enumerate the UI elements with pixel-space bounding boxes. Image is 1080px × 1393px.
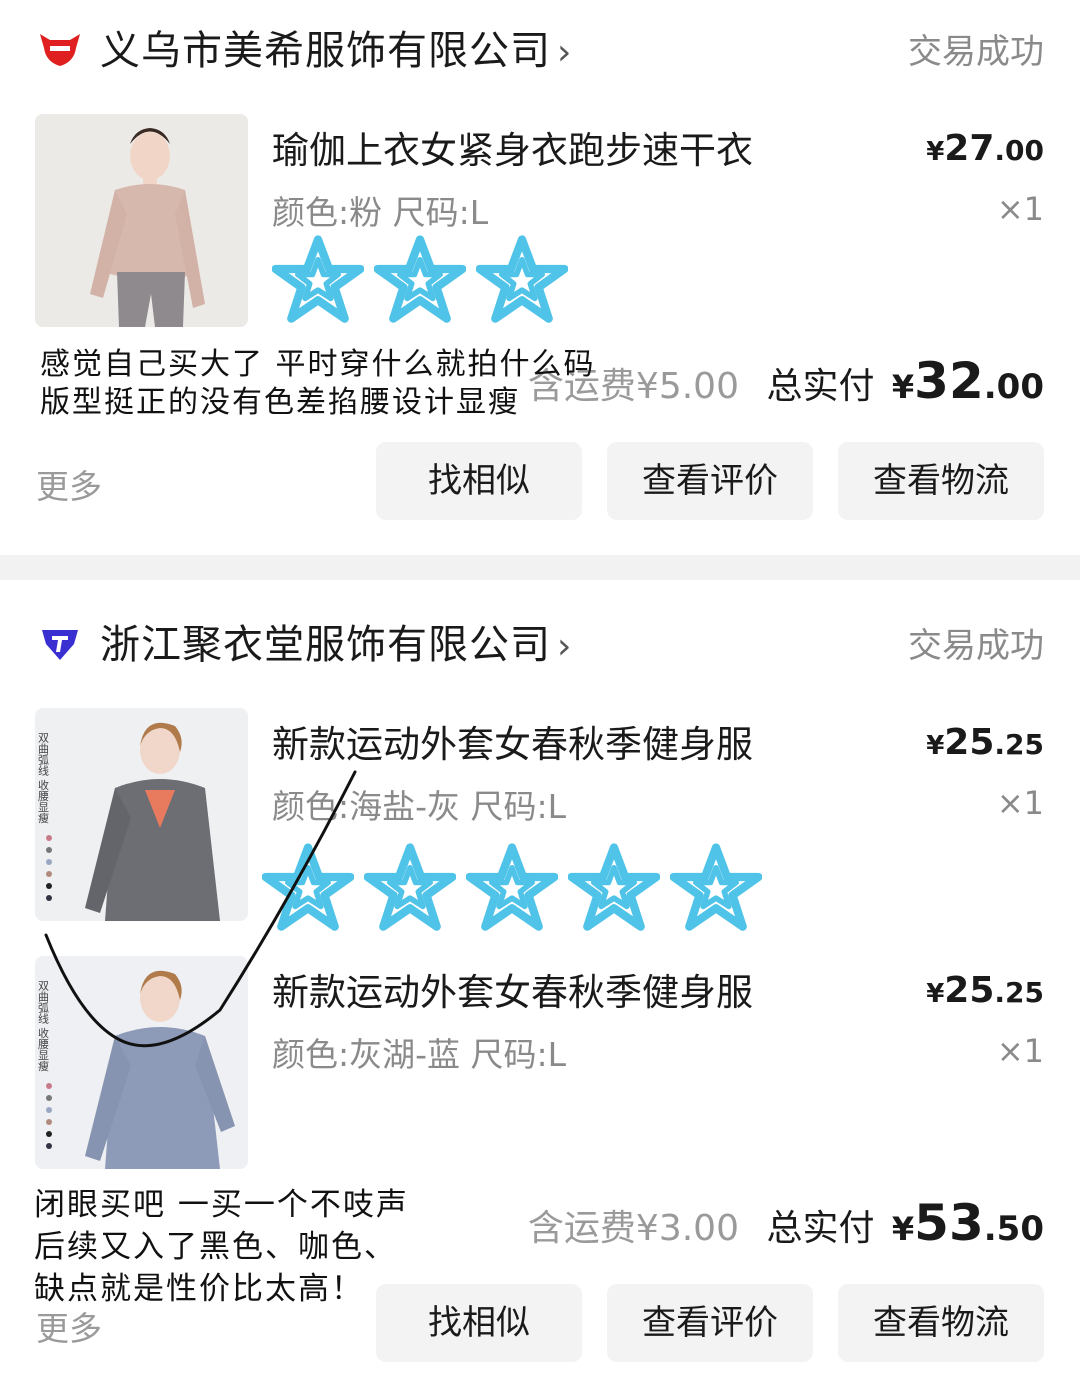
more-link[interactable]: 更多	[36, 1302, 102, 1350]
total-amount: ¥53.50	[891, 1194, 1044, 1252]
product-thumbnail[interactable]	[35, 114, 248, 327]
order-card: 浙江聚衣堂服饰有限公司 › 交易成功 双曲弧线 收腰显瘦 新款运动外套女春秋季健身…	[0, 580, 1080, 1393]
view-logistics-button[interactable]: 查看物流	[838, 1284, 1044, 1362]
star-icon	[567, 842, 661, 938]
view-logistics-button[interactable]: 查看物流	[838, 442, 1044, 520]
order-item[interactable]: 双曲弧线 收腰显瘦 新款运动外套女春秋季健身服 颜色:灰湖-蓝 尺码:L ¥25…	[0, 956, 1080, 1176]
item-quantity: ×1	[996, 1032, 1044, 1070]
shop-header[interactable]: 浙江聚衣堂服饰有限公司 › 交易成功	[0, 594, 1080, 684]
item-price: ¥25.25	[926, 722, 1044, 763]
order-status: 交易成功	[908, 32, 1044, 72]
item-title[interactable]: 新款运动外套女春秋季健身服	[272, 714, 753, 768]
item-quantity: ×1	[996, 784, 1044, 822]
star-icon	[465, 842, 559, 938]
shop-name[interactable]: 浙江聚衣堂服饰有限公司 ›	[100, 612, 572, 670]
order-separator	[0, 555, 1080, 580]
find-similar-button[interactable]: 找相似	[376, 1284, 582, 1362]
shop-badge-icon	[42, 630, 78, 660]
svg-text:双曲弧线 收腰显瘦: 双曲弧线 收腰显瘦	[37, 732, 50, 824]
item-spec: 颜色:海盐-灰 尺码:L	[272, 787, 567, 826]
star-icon	[271, 234, 365, 330]
shipping-fee: 含运费¥3.00	[527, 1208, 739, 1249]
svg-text:双曲弧线 收腰显瘦: 双曲弧线 收腰显瘦	[37, 980, 50, 1072]
item-title[interactable]: 瑜伽上衣女紧身衣跑步速干衣	[272, 120, 753, 174]
star-icon	[373, 234, 467, 330]
star-icon	[475, 234, 569, 330]
handwritten-comment: 闭眼买吧 一买一个不吱声 后续又入了黑色、咖色、 缺点就是性价比太高！	[34, 1187, 409, 1307]
order-summary: 含运费¥5.00 总实付 ¥32.00	[528, 352, 1044, 412]
total-label: 总实付	[766, 366, 875, 407]
find-similar-button[interactable]: 找相似	[376, 442, 582, 520]
shop-header[interactable]: 义乌市美希服饰有限公司 › 交易成功	[0, 0, 1080, 90]
tmall-cat-icon	[40, 34, 80, 66]
order-summary: 含运费¥3.00 总实付 ¥53.50	[528, 1194, 1044, 1254]
item-price: ¥25.25	[926, 970, 1044, 1011]
star-icon	[261, 842, 355, 938]
view-review-button[interactable]: 查看评价	[607, 442, 813, 520]
product-thumbnail[interactable]: 双曲弧线 收腰显瘦	[35, 708, 248, 921]
handwritten-comment: 感觉自己买大了 平时穿什么就拍什么码 版型挺正的没有色差掐腰设计显瘦	[40, 347, 596, 420]
item-quantity: ×1	[996, 190, 1044, 228]
item-spec: 颜色:粉 尺码:L	[272, 193, 489, 232]
item-title[interactable]: 新款运动外套女春秋季健身服	[272, 962, 753, 1016]
rating-stars	[271, 234, 569, 330]
rating-stars	[261, 842, 763, 938]
order-card: 义乌市美希服饰有限公司 › 交易成功 瑜伽上衣女紧身衣跑步速干衣 颜色:粉 尺码:…	[0, 0, 1080, 555]
total-amount: ¥32.00	[891, 352, 1044, 410]
product-thumbnail[interactable]: 双曲弧线 收腰显瘦	[35, 956, 248, 1169]
item-price: ¥27.00	[926, 128, 1044, 169]
chevron-right-icon: ›	[557, 32, 573, 73]
view-review-button[interactable]: 查看评价	[607, 1284, 813, 1362]
total-label: 总实付	[766, 1208, 875, 1249]
chevron-right-icon: ›	[557, 626, 573, 667]
star-icon	[669, 842, 763, 938]
star-icon	[363, 842, 457, 938]
more-link[interactable]: 更多	[36, 460, 102, 508]
shop-name[interactable]: 义乌市美希服饰有限公司 ›	[100, 18, 572, 76]
item-spec: 颜色:灰湖-蓝 尺码:L	[272, 1035, 567, 1074]
order-status: 交易成功	[908, 626, 1044, 666]
